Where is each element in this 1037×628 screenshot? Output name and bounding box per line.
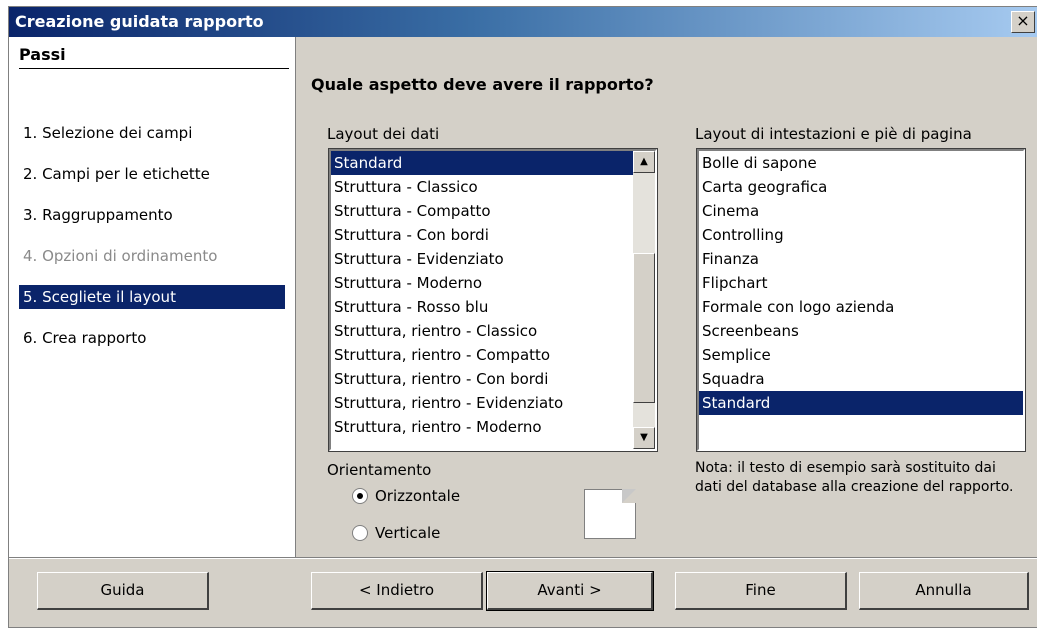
data-layout-scrollbar[interactable]: ▲ ▼ bbox=[633, 151, 655, 449]
portrait-label[interactable]: Verticale bbox=[375, 524, 440, 542]
back-button[interactable]: < Indietro bbox=[311, 572, 483, 610]
finish-button[interactable]: Fine bbox=[675, 572, 847, 610]
title-bar[interactable]: Creazione guidata rapporto × bbox=[9, 7, 1037, 37]
cancel-button[interactable]: Annulla bbox=[859, 572, 1029, 610]
data-layout-item[interactable]: Struttura - Rosso blu bbox=[331, 295, 633, 319]
header-layout-item[interactable]: Cinema bbox=[699, 199, 1023, 223]
radio-portrait[interactable] bbox=[352, 525, 368, 541]
close-button[interactable]: × bbox=[1011, 11, 1035, 33]
data-layout-item[interactable]: Struttura, rientro - Evidenziato bbox=[331, 391, 633, 415]
data-layout-item[interactable]: Struttura - Con bordi bbox=[331, 223, 633, 247]
scroll-thumb[interactable] bbox=[633, 253, 655, 403]
data-layout-item[interactable]: Struttura, rientro - Con bordi bbox=[331, 367, 633, 391]
sample-text-note: Nota: il testo di esempio sarà sostituit… bbox=[695, 460, 1014, 495]
header-layout-item[interactable]: Semplice bbox=[699, 343, 1023, 367]
arrow-down-icon: ▼ bbox=[640, 432, 648, 443]
step-item[interactable]: 1. Selezione dei campi bbox=[19, 121, 285, 145]
header-layout-listbox[interactable]: Bolle di sapone Carta geografica Cinema Con… bbox=[696, 148, 1026, 452]
next-button[interactable]: Avanti > bbox=[486, 571, 654, 611]
data-layout-items: Standard Struttura - Classico Struttura - … bbox=[331, 151, 655, 439]
close-icon: × bbox=[1016, 11, 1030, 30]
scroll-down-button[interactable]: ▼ bbox=[633, 427, 655, 449]
data-layout-item[interactable]: Struttura - Evidenziato bbox=[331, 247, 633, 271]
header-layout-item[interactable]: Bolle di sapone bbox=[699, 151, 1023, 175]
header-layout-items: Bolle di sapone Carta geografica Cinema Con… bbox=[699, 151, 1023, 415]
header-layout-item[interactable]: Squadra bbox=[699, 367, 1023, 391]
data-layout-item[interactable]: Struttura - Moderno bbox=[331, 271, 633, 295]
data-layout-item[interactable]: Struttura - Classico bbox=[331, 175, 633, 199]
steps-title: Passi bbox=[19, 45, 289, 69]
header-layout-item[interactable]: Formale con logo azienda bbox=[699, 295, 1023, 319]
data-layout-listbox[interactable]: Standard Struttura - Classico Struttura - … bbox=[328, 148, 658, 452]
data-layout-item[interactable]: Standard bbox=[331, 151, 633, 175]
report-wizard-dialog: Creazione guidata rapporto × Passi 1. Se… bbox=[8, 6, 1037, 628]
data-layout-item[interactable]: Struttura, rientro - Moderno bbox=[331, 415, 633, 439]
landscape-label[interactable]: Orizzontale bbox=[375, 487, 460, 505]
step-item[interactable]: 3. Raggruppamento bbox=[19, 203, 285, 227]
button-separator bbox=[9, 557, 1037, 559]
step-item[interactable]: 6. Crea rapporto bbox=[19, 326, 285, 350]
header-layout-item[interactable]: Flipchart bbox=[699, 271, 1023, 295]
header-layout-label: Layout di intestazioni e piè di pagina bbox=[695, 125, 972, 143]
scroll-up-button[interactable]: ▲ bbox=[633, 151, 655, 173]
help-button[interactable]: Guida bbox=[37, 572, 209, 610]
data-layout-label: Layout dei dati bbox=[327, 125, 440, 143]
page-heading: Quale aspetto deve avere il rapporto? bbox=[311, 75, 654, 94]
page-orientation-preview bbox=[584, 489, 636, 539]
header-layout-item[interactable]: Controlling bbox=[699, 223, 1023, 247]
step-item[interactable]: 5. Scegliete il layout bbox=[19, 285, 285, 309]
arrow-up-icon: ▲ bbox=[640, 156, 648, 167]
data-layout-item[interactable]: Struttura, rientro - Classico bbox=[331, 319, 633, 343]
orientation-label: Orientamento bbox=[327, 461, 432, 479]
step-item[interactable]: 4. Opzioni di ordinamento bbox=[19, 244, 285, 268]
radio-landscape[interactable] bbox=[352, 488, 368, 504]
header-layout-item[interactable]: Carta geografica bbox=[699, 175, 1023, 199]
header-layout-item[interactable]: Screenbeans bbox=[699, 319, 1023, 343]
window-title: Creazione guidata rapporto bbox=[15, 12, 264, 31]
page-fold-icon bbox=[622, 489, 636, 503]
data-layout-item[interactable]: Struttura - Compatto bbox=[331, 199, 633, 223]
header-layout-item[interactable]: Standard bbox=[699, 391, 1023, 415]
header-layout-item[interactable]: Finanza bbox=[699, 247, 1023, 271]
data-layout-item[interactable]: Struttura, rientro - Compatto bbox=[331, 343, 633, 367]
radio-dot bbox=[357, 493, 363, 499]
step-item[interactable]: 2. Campi per le etichette bbox=[19, 162, 285, 186]
